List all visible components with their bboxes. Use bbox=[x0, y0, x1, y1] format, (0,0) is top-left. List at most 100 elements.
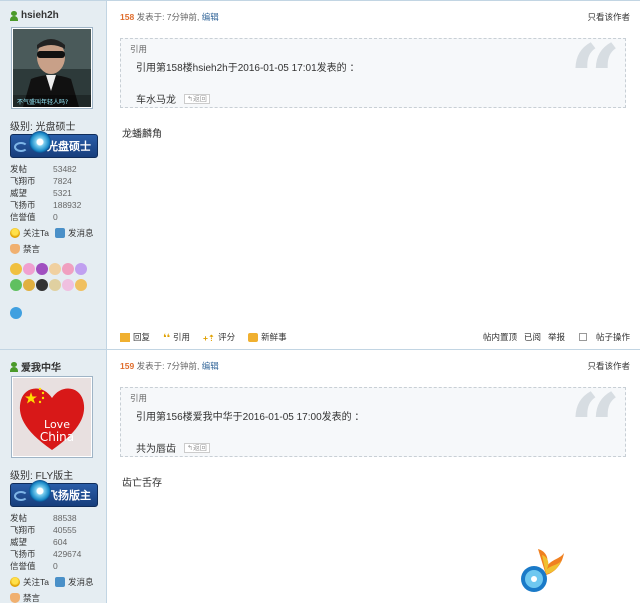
stat-prestige: 威望 604 bbox=[10, 537, 68, 547]
share-news-button[interactable]: 新鲜事 bbox=[248, 331, 287, 343]
quote-button[interactable]: ❛❛ 引用 bbox=[163, 331, 190, 344]
quote-title: 引用 bbox=[130, 44, 148, 54]
floor-number[interactable]: 159 bbox=[120, 361, 134, 371]
edit-link[interactable]: 编辑 bbox=[202, 361, 219, 371]
site-logo-icon bbox=[521, 549, 564, 592]
news-icon bbox=[248, 332, 259, 342]
quote-source: 引用第156楼爱我中华于2016-01-05 17:00发表的 ： bbox=[136, 412, 365, 423]
medal-icon[interactable] bbox=[62, 263, 74, 275]
stat-credit: 信誉值 0 bbox=[10, 561, 58, 571]
hand-icon bbox=[10, 244, 20, 254]
checkbox[interactable] bbox=[578, 333, 587, 341]
message-button[interactable]: 发消息 bbox=[54, 576, 94, 588]
post-manage-checkbox[interactable]: 帖子操作 bbox=[572, 331, 630, 343]
online-user-icon bbox=[10, 361, 18, 372]
medal-icon[interactable] bbox=[36, 279, 48, 291]
quote-text: 车水马龙 ↰返回 bbox=[136, 91, 616, 106]
user-actions: 关注Ta 发消息 禁言 bbox=[10, 227, 100, 256]
user-stats: 发帖 88538 飞翔币 40555 威望 604 飞扬币 429674 信誉值 0 bbox=[10, 512, 81, 572]
medal-icon[interactable] bbox=[62, 279, 74, 291]
quote-mark-icon: “ bbox=[569, 374, 621, 480]
quote-icon: ❛❛ bbox=[163, 332, 170, 344]
post-header: 158 发表于: 7分钟前, 编辑 只看该作者 bbox=[120, 11, 630, 23]
edit-link[interactable]: 编辑 bbox=[202, 12, 219, 22]
only-author-link[interactable]: 只看该作者 bbox=[587, 11, 630, 23]
reply-icon bbox=[120, 332, 130, 342]
quote-block: “ 引用 引用第158楼hsieh2h于2016-01-05 17:01发表的 … bbox=[120, 33, 626, 123]
user-stats: 发帖 53482 飞翔币 7824 威望 5321 飞扬币 188932 信誉值 0 bbox=[10, 163, 81, 223]
username[interactable]: hsieh2h bbox=[10, 10, 59, 21]
medals bbox=[10, 263, 100, 323]
quote-mark-icon: “ bbox=[569, 25, 621, 131]
avatar[interactable]: 不气盛叫年轻人吗? bbox=[11, 27, 93, 109]
follow-button[interactable]: 关注Ta bbox=[10, 576, 49, 588]
online-user-icon bbox=[10, 10, 18, 21]
bulb-icon bbox=[10, 577, 20, 587]
swirl-icon bbox=[14, 142, 28, 152]
cd-disc-icon bbox=[29, 131, 51, 153]
stat-credit: 信誉值 0 bbox=[10, 212, 58, 222]
message-button[interactable]: 发消息 bbox=[54, 227, 94, 239]
medal-icon[interactable] bbox=[23, 279, 35, 291]
user-actions: 关注Ta 发消息 禁言 bbox=[10, 576, 100, 605]
medal-icon[interactable] bbox=[23, 263, 35, 275]
ban-button[interactable]: 禁言 bbox=[10, 243, 40, 255]
quote-block: “ 引用 引用第156楼爱我中华于2016-01-05 17:00发表的 ： 共… bbox=[120, 382, 626, 472]
quote-source: 引用第158楼hsieh2h于2016-01-05 17:01发表的 ： bbox=[136, 63, 360, 74]
username[interactable]: 爱我中华 bbox=[10, 359, 61, 374]
stat-fly-coins: 飞扬币 429674 bbox=[10, 549, 82, 559]
medal-icon[interactable] bbox=[10, 279, 22, 291]
post-content: 158 发表于: 7分钟前, 编辑 只看该作者 “ 引用 引用第158楼hsie… bbox=[108, 1, 640, 349]
stat-fly-coins: 飞扬币 188932 bbox=[10, 200, 82, 210]
avatar-image: 不气盛叫年轻人吗? bbox=[13, 29, 91, 107]
rank-badge: 光盘硕士 bbox=[10, 131, 98, 158]
user-sidebar: 爱我中华 Love China 级别: FLY版主 飞扬版主 发帖 88538 飞… bbox=[0, 350, 107, 603]
avatar[interactable]: Love China bbox=[11, 376, 93, 458]
bulb-icon bbox=[10, 228, 20, 238]
medal-icon[interactable] bbox=[49, 263, 61, 275]
only-author-link[interactable]: 只看该作者 bbox=[587, 360, 630, 372]
quote-title: 引用 bbox=[130, 393, 148, 403]
post-body: 龙蟠麟角 bbox=[122, 129, 162, 140]
post-header: 159 发表于: 7分钟前, 编辑 只看该作者 bbox=[120, 360, 630, 372]
post-footer: 回复 ❛❛ 引用 +⇡ 评分 新鲜事 帖内置顶 已阅 举报 帖子操作 bbox=[120, 330, 630, 344]
medal-icon[interactable] bbox=[49, 279, 61, 291]
post-time: 发表于: 7分钟前 bbox=[136, 12, 198, 22]
avatar-caption: 不气盛叫年轻人吗? bbox=[17, 98, 68, 106]
quote-text: 共为唇齿 ↰返回 bbox=[136, 440, 616, 455]
back-button[interactable]: ↰返回 bbox=[184, 442, 210, 453]
mail-icon bbox=[54, 228, 65, 238]
rate-button[interactable]: +⇡ 评分 bbox=[203, 331, 235, 343]
follow-button[interactable]: 关注Ta bbox=[10, 227, 49, 239]
medal-icon[interactable] bbox=[75, 279, 87, 291]
rank-badge: 飞扬版主 bbox=[10, 480, 98, 507]
stat-coins: 飞翔币 7824 bbox=[10, 176, 72, 186]
swirl-icon bbox=[14, 491, 28, 501]
post-time: 发表于: 7分钟前 bbox=[136, 361, 198, 371]
avatar-image: Love China bbox=[13, 378, 91, 456]
medal-icon[interactable] bbox=[10, 263, 22, 275]
report-link[interactable]: 举报 bbox=[548, 331, 565, 343]
stat-posts: 发帖 88538 bbox=[10, 513, 77, 523]
admin-links: 帖内置顶 已阅 举报 帖子操作 bbox=[476, 331, 630, 343]
floor-number[interactable]: 158 bbox=[120, 12, 134, 22]
post-body: 齿亡舌存 bbox=[122, 478, 162, 489]
ban-button[interactable]: 禁言 bbox=[10, 592, 40, 604]
user-sidebar: hsieh2h 不气盛叫年轻人吗? 级别: 光盘硕士 光盘硕士 发帖 53482 … bbox=[0, 1, 107, 349]
stat-prestige: 威望 5321 bbox=[10, 188, 72, 198]
post-158: hsieh2h 不气盛叫年轻人吗? 级别: 光盘硕士 光盘硕士 发帖 53482 … bbox=[0, 0, 640, 349]
stat-posts: 发帖 53482 bbox=[10, 164, 77, 174]
read-link[interactable]: 已阅 bbox=[524, 331, 541, 343]
medal-icon[interactable] bbox=[36, 263, 48, 275]
avatar-caption-china: China bbox=[40, 430, 74, 444]
mail-icon bbox=[54, 577, 65, 587]
globe-medal-icon[interactable] bbox=[10, 307, 22, 319]
stat-coins: 飞翔币 40555 bbox=[10, 525, 77, 535]
pin-in-thread-link[interactable]: 帖内置顶 bbox=[483, 331, 517, 343]
reply-button[interactable]: 回复 bbox=[120, 331, 150, 343]
hand-icon bbox=[10, 593, 20, 603]
back-button[interactable]: ↰返回 bbox=[184, 93, 210, 104]
rate-icon: +⇡ bbox=[202, 332, 216, 343]
medal-icon[interactable] bbox=[75, 263, 87, 275]
cd-disc-icon bbox=[29, 480, 51, 502]
